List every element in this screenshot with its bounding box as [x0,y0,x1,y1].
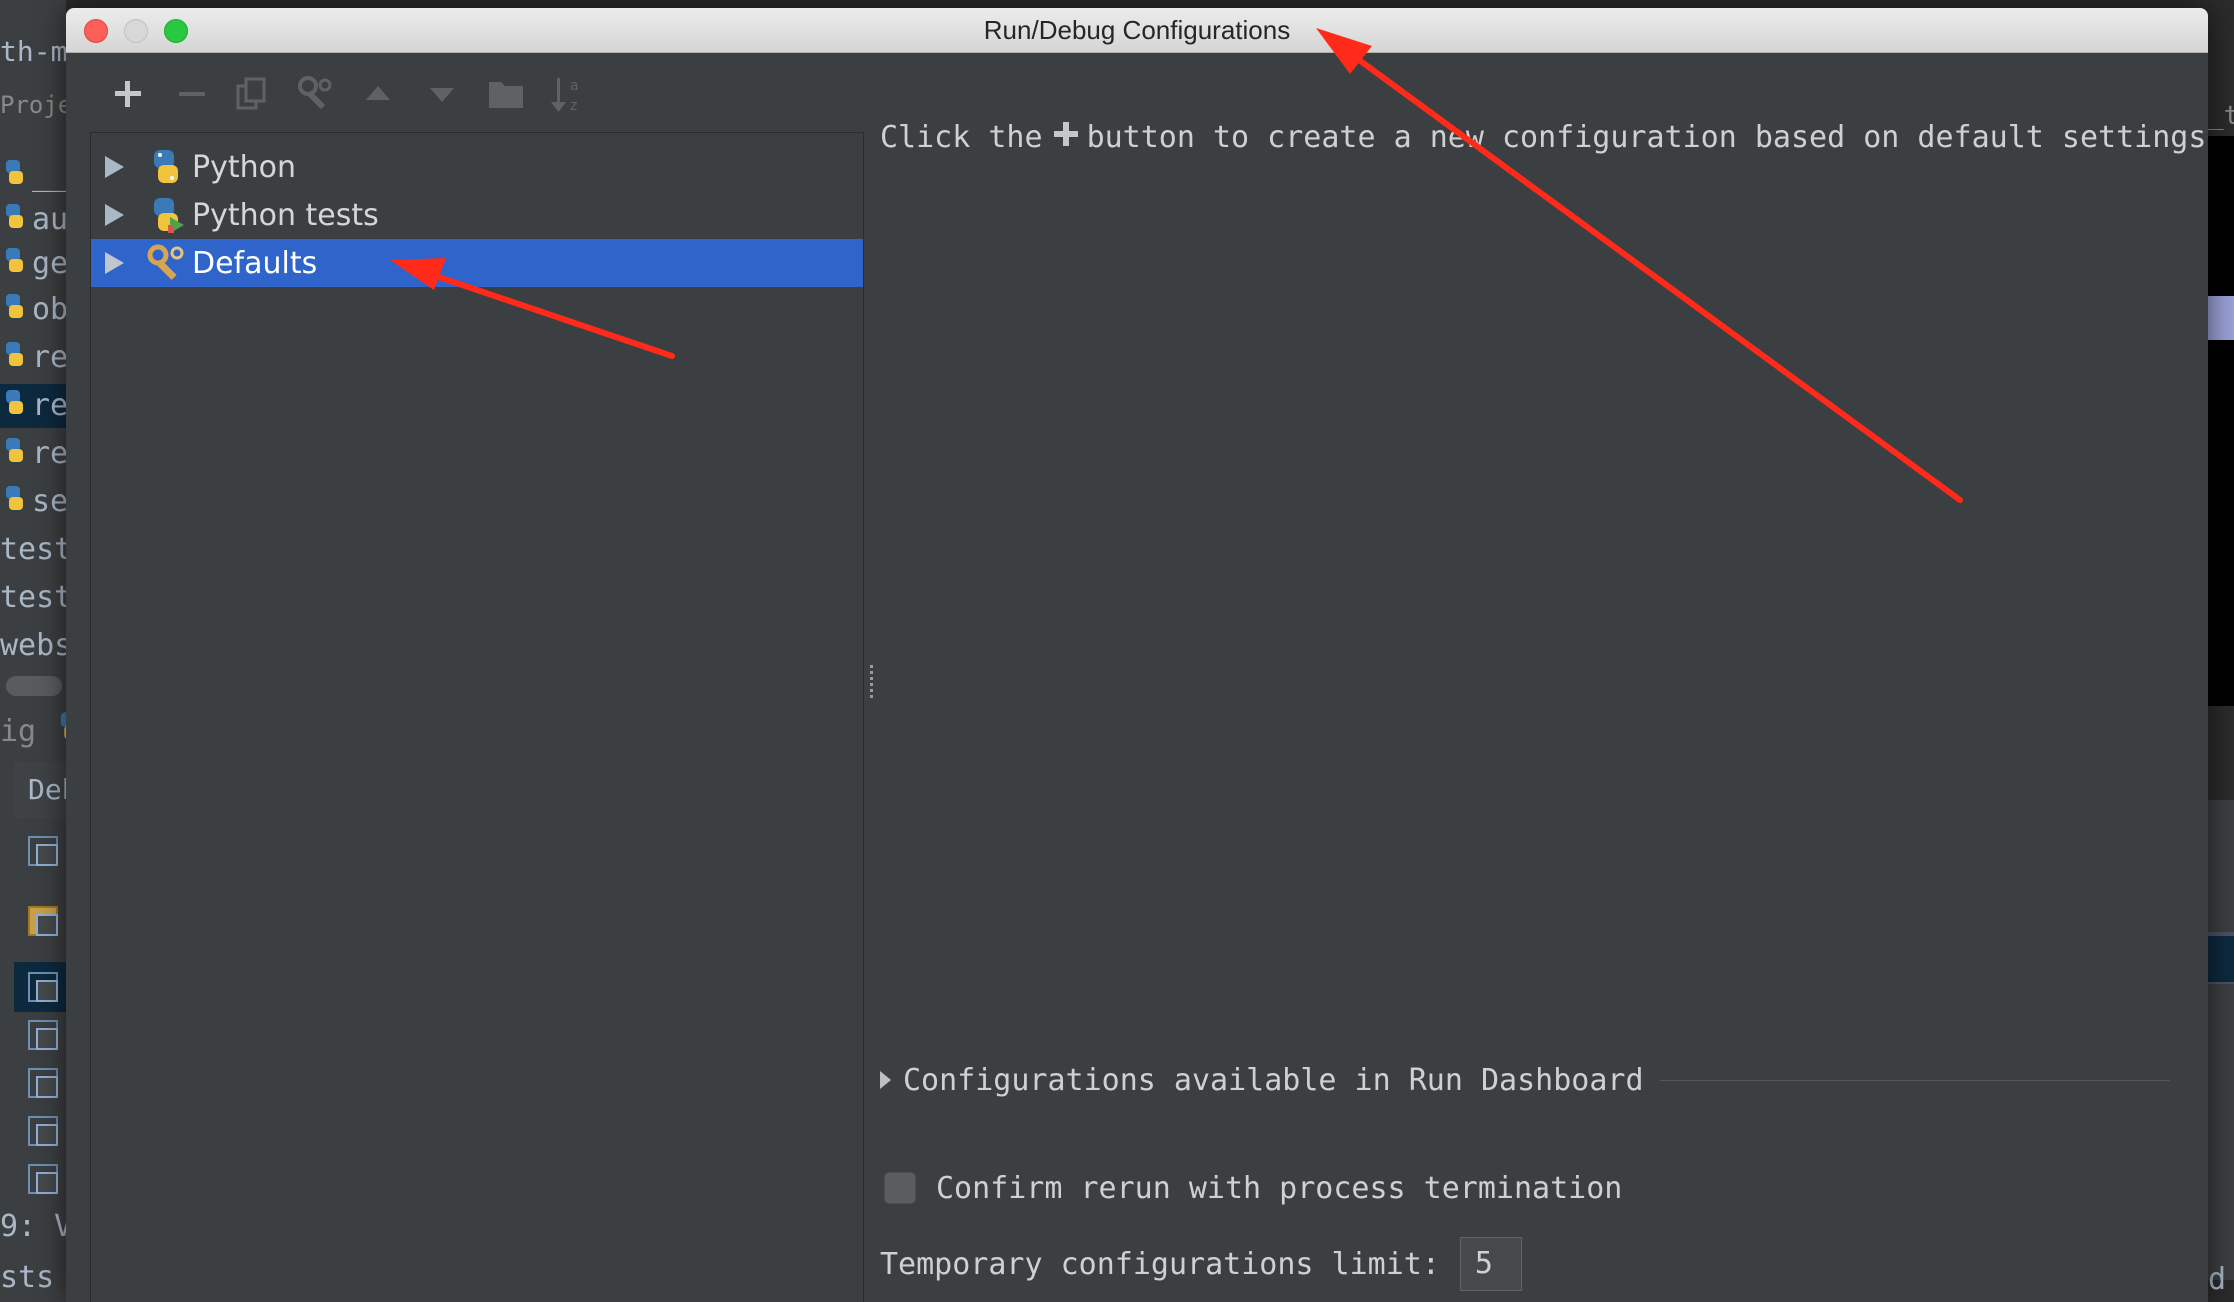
confirm-rerun-label[interactable]: Confirm rerun with process termination [936,1171,1622,1206]
run-debug-dialog: Run/Debug Configurations az Python Pytho… [66,8,2208,1302]
background-list-item: webse [0,628,66,663]
run-dashboard-section[interactable]: Configurations available in Run Dashboar… [880,1060,2170,1100]
frame-icon [28,972,58,1002]
python-icon [54,710,66,755]
tree-item-python-tests[interactable]: Python tests [91,191,863,239]
empty-state-hint: Click the button to create a new configu… [880,118,2206,158]
confirm-rerun-option[interactable]: Confirm rerun with process termination [884,1168,1622,1208]
background-status-text: sts F [0,1260,66,1295]
confirm-rerun-checkbox[interactable] [884,1172,916,1204]
background-list-item: tests [0,580,66,615]
frame-icon [28,1164,58,1194]
collapse-arrow-icon[interactable] [880,1071,891,1089]
configuration-tree: Python Python tests Defaults [90,132,864,1302]
background-list-item: ob [0,288,66,332]
plus-icon [1053,118,1079,158]
copy-configuration-button[interactable] [230,72,274,116]
background-project-tab: Proje [0,86,66,124]
frame-icon [28,836,58,866]
temporary-limit-row: Temporary configurations limit: 5 [880,1236,1522,1292]
create-folder-button[interactable] [484,72,528,116]
section-divider [1659,1079,2170,1081]
sort-configurations-button[interactable]: az [546,72,590,116]
frame-icon [28,1116,58,1146]
title-bar[interactable]: Run/Debug Configurations [66,8,2208,53]
svg-text:a: a [570,78,579,94]
tree-item-defaults[interactable]: Defaults [91,239,863,287]
add-configuration-button[interactable] [106,72,150,116]
background-list-item: se [0,480,66,524]
python-icon [0,243,28,287]
background-editor-tab: th-m [0,35,66,68]
copy-icon [234,76,270,112]
sort-alpha-icon: az [550,74,586,114]
panel-splitter[interactable] [868,662,876,702]
run-dashboard-label[interactable]: Configurations available in Run Dashboar… [903,1063,1644,1098]
tree-item-label: Defaults [192,245,318,281]
background-highlight [2208,296,2234,340]
background-dark-area [2208,136,2234,706]
background-right-text: _t [2208,101,2234,131]
python-icon [0,385,28,429]
python-icon [0,481,28,525]
expand-arrow-icon[interactable] [105,156,124,178]
frame-icon [28,1020,58,1050]
move-up-button[interactable] [356,72,400,116]
background-scrollbar [6,676,62,696]
thread-icon [28,906,58,936]
wrench-icon [297,75,335,113]
background-bottom-tab: 9: V [0,1209,66,1244]
python-icon [0,289,28,333]
background-list-item: re [0,384,66,428]
background-debug-tab: Deb [14,762,66,818]
move-down-button[interactable] [420,72,464,116]
wrench-icon [146,243,186,283]
python-tests-icon [146,195,186,235]
folder-icon [487,78,525,110]
background-list-item: __ [0,154,66,198]
hint-text-after: button to create a new configuration bas… [1086,120,2207,155]
background-right-text: d [2208,1262,2227,1297]
background-ide-panel: th-m Proje __ au ge ob re re re se tests… [0,0,66,1302]
up-arrow-icon [364,84,392,104]
tree-item-label: Python [192,149,296,185]
frame-icon [28,1068,58,1098]
expand-arrow-icon[interactable] [105,204,124,226]
background-list-item: tests [0,532,66,567]
python-icon [0,199,28,243]
dialog-title: Run/Debug Configurations [983,15,1291,45]
remove-configuration-button[interactable] [170,72,214,116]
python-icon [0,337,28,381]
tree-item-label: Python tests [192,197,379,233]
background-run-label: ig [0,710,66,754]
background-selection [2208,936,2234,982]
background-list-item: re [0,336,66,380]
expand-arrow-icon[interactable] [105,252,124,274]
temporary-limit-input[interactable]: 5 [1459,1237,1522,1291]
temporary-limit-label: Temporary configurations limit: [880,1246,1440,1282]
minus-icon [177,79,207,109]
tree-item-python[interactable]: Python [91,143,863,191]
background-list-item: re [0,432,66,476]
python-icon [0,155,28,199]
down-arrow-icon [428,84,456,104]
plus-icon [113,79,143,109]
svg-text:z: z [570,98,577,114]
edit-defaults-button[interactable] [294,72,338,116]
hint-text-before: Click the [880,120,1043,155]
background-list-item: ge [0,242,66,286]
background-panel [2208,800,2234,1280]
python-icon [0,433,28,477]
background-right-strip: _t d [2208,0,2234,1302]
background-list-item: au [0,198,66,242]
python-icon [146,147,186,187]
